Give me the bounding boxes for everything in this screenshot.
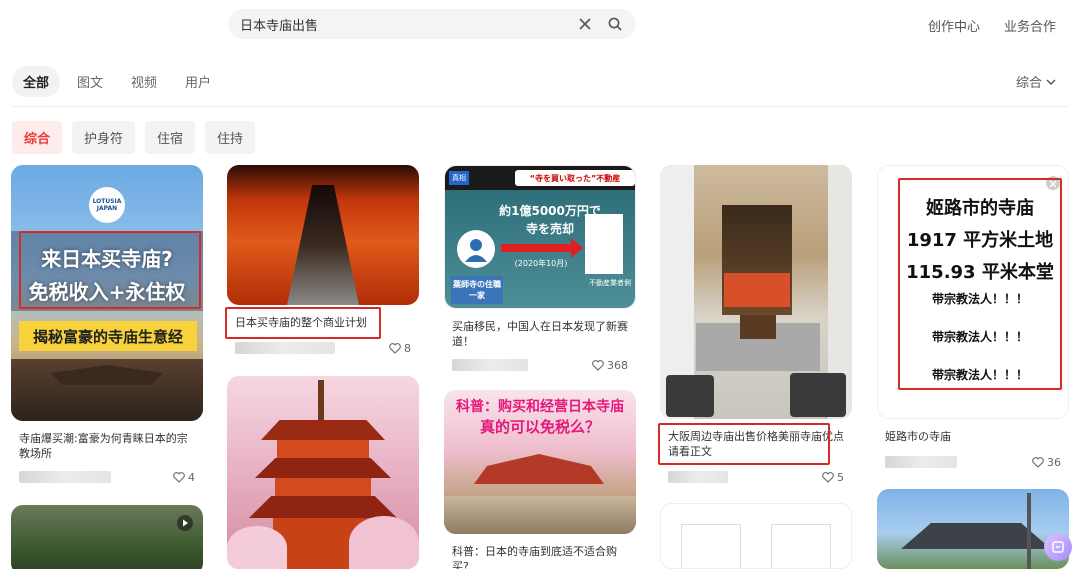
note-card[interactable]: “寺を買い取った”不動産 真相 約1億5000万円で 寺を売却 (2020年10…: [444, 165, 636, 373]
search-bar[interactable]: 日本寺庙出售: [228, 9, 636, 39]
divider: [12, 106, 1068, 107]
floating-action-button[interactable]: [1044, 533, 1072, 561]
heart-icon: [1032, 456, 1044, 468]
top-links: 创作中心 业务合作: [928, 16, 1056, 35]
note-card[interactable]: [877, 489, 1069, 569]
author-blurred: [19, 471, 111, 483]
search-icon[interactable]: [604, 13, 626, 35]
card-thumbnail[interactable]: 姬路市的寺庙 1917 平方米土地 115.93 平米本堂 带宗教法人！！！ 带…: [877, 165, 1069, 419]
person-icon: [457, 230, 495, 268]
sort-dropdown[interactable]: 综合: [1016, 72, 1056, 91]
tab-image-text[interactable]: 图文: [66, 66, 114, 97]
thumb-tag: 真相: [449, 171, 469, 185]
card-title[interactable]: 姫路市の寺庙: [877, 429, 1069, 444]
building-icon: [585, 214, 623, 274]
business-cooperation-link[interactable]: 业务合作: [1004, 16, 1056, 35]
author-blurred: [885, 456, 957, 468]
thumb-left-label: 薬師寺の住職一家: [451, 276, 503, 304]
tab-users[interactable]: 用户: [174, 66, 222, 97]
search-input[interactable]: 日本寺庙出售: [240, 15, 566, 34]
heart-icon: [592, 359, 604, 371]
tab-all[interactable]: 全部: [12, 66, 61, 97]
card-title[interactable]: 寺庙爆买潮:富豪为何青睐日本的宗教场所: [11, 431, 203, 461]
video-play-icon: [177, 515, 193, 531]
thumb-line-5: 带宗教法人！！！: [931, 330, 1028, 344]
tab-video[interactable]: 视频: [120, 66, 168, 97]
note-card[interactable]: 科普：购买和经营日本寺庙 真的可以免税么？ 科普：日本的寺庙到底适不适合购买?: [444, 390, 636, 569]
note-card[interactable]: [11, 505, 203, 569]
note-card[interactable]: LOTUSIA JAPAN 来日本买寺庙? 免税收入+永住权 揭秘富豪的寺庙生意…: [11, 165, 203, 485]
card-thumbnail[interactable]: “寺を買い取った”不動産 真相 約1億5000万円で 寺を売却 (2020年10…: [444, 165, 636, 309]
note-card[interactable]: 姬路市的寺庙 1917 平方米土地 115.93 平米本堂 带宗教法人！！！ 带…: [877, 165, 1069, 470]
highlight-box: [225, 307, 381, 339]
thumb-line-6: 带宗教法人！！！: [931, 368, 1028, 382]
thumb-banner: 揭秘富豪的寺庙生意经: [19, 321, 197, 351]
card-thumbnail[interactable]: [877, 489, 1069, 569]
like-count[interactable]: 368: [592, 359, 628, 372]
thumb-headline: 科普：购买和经营日本寺庙: [456, 399, 624, 415]
filter-chips: 综合 护身符 住宿 住持: [12, 121, 256, 154]
thumb-line-3: 115.93 平米本堂: [906, 262, 1054, 283]
filter-chip-abbot[interactable]: 住持: [205, 121, 256, 154]
like-count-value: 5: [837, 470, 844, 484]
creator-center-link[interactable]: 创作中心: [928, 16, 980, 35]
like-count-value: 36: [1047, 455, 1061, 469]
thumb-subheadline: 真的可以免税么？: [479, 418, 600, 436]
chevron-down-icon: [1046, 79, 1056, 85]
like-count[interactable]: 36: [1032, 456, 1061, 469]
card-thumbnail[interactable]: [11, 505, 203, 569]
author-blurred: [452, 359, 528, 371]
thumb-line-2: 1917 平方米土地: [906, 230, 1054, 251]
highlight-box: [658, 423, 830, 465]
card-title[interactable]: 买庙移民，中国人在日本发现了新赛道！: [444, 319, 636, 349]
author-blurred: [668, 471, 728, 483]
note-card[interactable]: [227, 376, 419, 569]
card-thumbnail[interactable]: [660, 165, 852, 419]
filter-chip-comprehensive[interactable]: 综合: [12, 121, 63, 154]
note-icon: [1052, 541, 1064, 553]
thumb-right-label: 不動産業者側: [589, 279, 631, 287]
note-card[interactable]: [660, 503, 852, 569]
thumb-header: “寺を買い取った”不動産: [515, 170, 635, 186]
like-count-value: 8: [404, 341, 411, 355]
like-count-value: 4: [188, 470, 195, 484]
card-thumbnail[interactable]: [227, 376, 419, 569]
highlight-box: [19, 231, 201, 309]
like-count[interactable]: 5: [822, 471, 844, 484]
author-blurred: [235, 342, 335, 354]
like-count[interactable]: 8: [389, 342, 411, 355]
thumb-year: (2020年10月): [514, 259, 568, 268]
card-thumbnail[interactable]: [660, 503, 852, 569]
thumb-line-1: 姬路市的寺庙: [926, 198, 1034, 219]
sort-label: 综合: [1015, 76, 1042, 91]
filter-chip-lodging[interactable]: 住宿: [145, 121, 196, 154]
main-tabs: 全部 图文 视频 用户: [12, 66, 222, 97]
like-count-value: 368: [607, 358, 628, 372]
card-thumbnail[interactable]: 科普：购买和经营日本寺庙 真的可以免税么？: [444, 390, 636, 534]
note-card[interactable]: 大阪周边寺庙出售价格美丽寺庙优点请看正文 5: [658, 165, 852, 485]
card-thumbnail[interactable]: [227, 165, 419, 305]
heart-icon: [173, 471, 185, 483]
heart-icon: [822, 471, 834, 483]
logo: LOTUSIA JAPAN: [89, 187, 125, 223]
filter-chip-amulet[interactable]: 护身符: [72, 121, 136, 154]
note-card[interactable]: 日本买寺庙的整个商业计划 8: [225, 165, 419, 356]
thumb-line-4: 带宗教法人！！！: [931, 292, 1028, 306]
card-title[interactable]: 科普：日本的寺庙到底适不适合购买?: [444, 544, 636, 569]
clear-icon[interactable]: [574, 13, 596, 35]
heart-icon: [389, 342, 401, 354]
card-thumbnail[interactable]: LOTUSIA JAPAN 来日本买寺庙? 免税收入+永住权 揭秘富豪的寺庙生意…: [11, 165, 203, 421]
like-count[interactable]: 4: [173, 471, 195, 484]
